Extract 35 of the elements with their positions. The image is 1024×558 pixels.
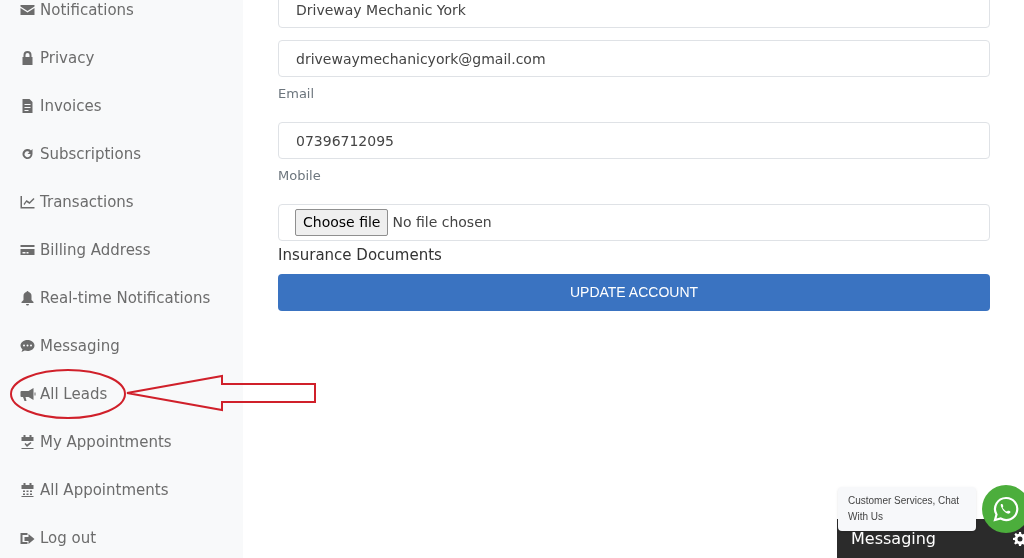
phone-speech-bubble-icon xyxy=(992,495,1020,523)
text-field[interactable]: drivewaymechanicyork@gmail.com xyxy=(278,40,990,77)
text-field[interactable]: Driveway Mechanic York xyxy=(278,0,990,28)
sidebar-link[interactable]: My Appointments xyxy=(19,432,243,452)
sidebar-link[interactable]: All Appointments xyxy=(19,480,243,500)
sidebar-link[interactable]: All Leads xyxy=(19,384,243,404)
sidebar-link[interactable]: Billing Address xyxy=(19,240,243,260)
text-field[interactable]: 07396712095 xyxy=(278,122,990,159)
menu-item-icon xyxy=(19,194,36,210)
file-status: No file chosen xyxy=(392,213,492,232)
field-label: Email xyxy=(278,85,316,103)
sidebar-link[interactable]: Notifications xyxy=(19,0,243,20)
sidebar-link[interactable]: Transactions xyxy=(19,192,243,212)
file-field[interactable]: Choose file No file chosen xyxy=(278,204,990,241)
menu-item-icon xyxy=(19,2,36,18)
choose-file-button[interactable]: Choose file xyxy=(295,209,389,236)
sidebar-link[interactable]: Subscriptions xyxy=(19,144,243,164)
field-label: Insurance Documents xyxy=(278,245,443,266)
sidebar-link[interactable]: Messaging xyxy=(19,336,243,356)
menu-item-icon xyxy=(19,242,36,258)
menu-item-icon xyxy=(19,290,36,306)
menu-item-icon xyxy=(19,338,36,354)
chat-tooltip: Customer Services, Chat With Us xyxy=(838,487,976,531)
menu-item-icon xyxy=(19,386,36,402)
settings-icon[interactable] xyxy=(1012,530,1024,547)
menu-item-icon xyxy=(19,434,36,450)
field-label: Mobile xyxy=(278,167,322,185)
sidebar-link[interactable]: Log out xyxy=(19,528,243,548)
sidebar-link[interactable]: Privacy xyxy=(19,48,243,68)
update-account-button[interactable]: UPDATE ACCOUNT xyxy=(278,274,990,311)
menu-item-icon xyxy=(19,530,36,546)
menu-item-icon xyxy=(19,482,36,498)
sidebar-link[interactable]: Invoices xyxy=(19,96,243,116)
sidebar-link[interactable]: Real-time Notifications xyxy=(19,288,243,308)
chat-button[interactable] xyxy=(982,485,1024,533)
